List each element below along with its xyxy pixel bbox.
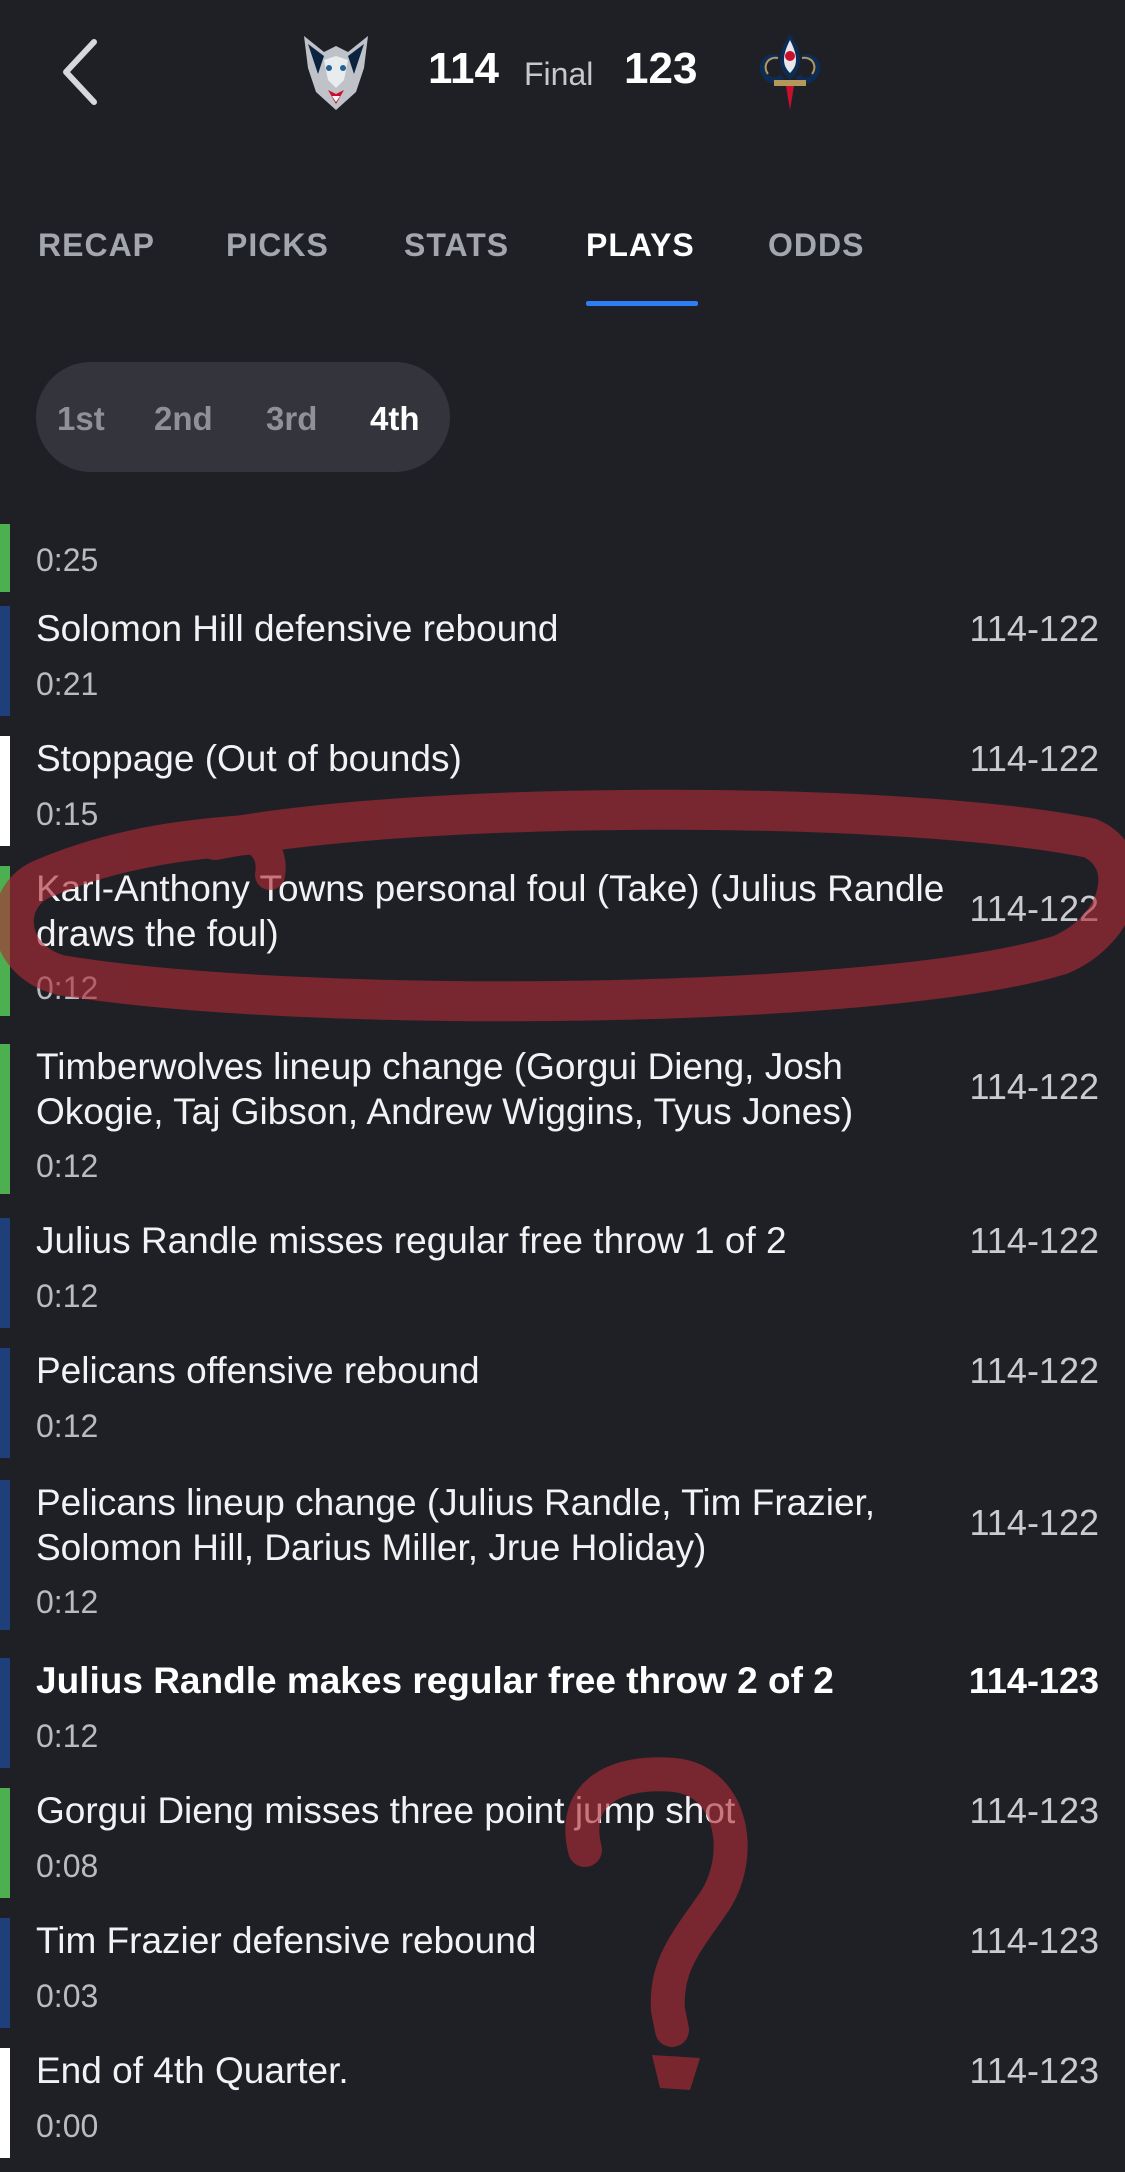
play-description: Karl-Anthony Towns personal foul (Take) … xyxy=(36,868,945,954)
play-description: Stoppage (Out of bounds) xyxy=(36,738,462,779)
home-score: 123 xyxy=(624,44,698,93)
play-row[interactable]: 0:25 xyxy=(0,512,1125,592)
play-time: 0:21 xyxy=(36,666,99,702)
team-indicator xyxy=(0,1348,10,1458)
tab-odds[interactable]: ODDS xyxy=(768,227,864,264)
play-description: Solomon Hill defensive rebound xyxy=(36,608,559,649)
play-description: Julius Randle makes regular free throw 2… xyxy=(36,1660,834,1701)
team-indicator xyxy=(0,1918,10,2028)
period-2nd[interactable]: 2nd xyxy=(154,400,213,438)
play-description: End of 4th Quarter. xyxy=(36,2050,349,2091)
play-time: 0:12 xyxy=(36,1278,99,1314)
play-time: 0:12 xyxy=(36,1408,99,1444)
play-row[interactable]: Solomon Hill defensive rebound 0:21 114-… xyxy=(0,606,1125,716)
play-description: Gorgui Dieng misses three point jump sho… xyxy=(36,1790,736,1831)
tab-picks[interactable]: PICKS xyxy=(226,227,329,264)
play-time: 0:08 xyxy=(36,1848,99,1884)
chevron-left-icon xyxy=(63,39,97,105)
team-indicator xyxy=(0,1218,10,1328)
play-description xyxy=(36,502,956,520)
play-row[interactable]: Karl-Anthony Towns personal foul (Take) … xyxy=(0,866,1125,1016)
play-score: 114-122 xyxy=(969,888,1099,929)
team-indicator xyxy=(0,524,10,592)
play-row[interactable]: Julius Randle misses regular free throw … xyxy=(0,1218,1125,1328)
team-indicator xyxy=(0,1480,10,1630)
tab-recap[interactable]: RECAP xyxy=(38,227,155,264)
play-time: 0:03 xyxy=(36,1978,99,2014)
period-1st[interactable]: 1st xyxy=(57,400,105,438)
play-score: 114-122 xyxy=(969,1066,1099,1107)
team-indicator xyxy=(0,1044,10,1194)
play-score: 114-122 xyxy=(969,1502,1099,1543)
play-score: 114-123 xyxy=(968,1660,1099,1701)
period-4th[interactable]: 4th xyxy=(370,400,420,438)
play-description: Timberwolves lineup change (Gorgui Dieng… xyxy=(36,1046,854,1132)
play-row[interactable]: Timberwolves lineup change (Gorgui Dieng… xyxy=(0,1044,1125,1194)
period-selector: 1st 2nd 3rd 4th xyxy=(36,362,450,472)
play-time: 0:25 xyxy=(36,542,99,578)
play-description: Julius Randle misses regular free throw … xyxy=(36,1220,787,1261)
play-score: 114-123 xyxy=(969,1790,1099,1831)
play-score: 114-122 xyxy=(969,1220,1099,1261)
active-tab-indicator xyxy=(586,301,698,306)
play-row[interactable]: Pelicans offensive rebound 0:12 114-122 xyxy=(0,1348,1125,1458)
timberwolves-logo xyxy=(294,30,378,114)
pelicans-logo xyxy=(748,30,832,114)
play-time: 0:12 xyxy=(36,970,99,1006)
team-indicator xyxy=(0,606,10,716)
team-indicator xyxy=(0,2048,10,2158)
game-status: Final xyxy=(524,56,594,92)
team-indicator xyxy=(0,866,10,1016)
play-description: Pelicans lineup change (Julius Randle, T… xyxy=(36,1482,876,1568)
period-3rd[interactable]: 3rd xyxy=(266,400,317,438)
tab-plays[interactable]: PLAYS xyxy=(586,227,695,264)
play-score: 114-122 xyxy=(969,1350,1099,1391)
team-indicator xyxy=(0,1788,10,1898)
tab-bar: RECAP PICKS STATS PLAYS ODDS xyxy=(0,215,1125,306)
away-score: 114 xyxy=(428,44,499,93)
play-score: 114-122 xyxy=(969,608,1099,649)
play-time: 0:12 xyxy=(36,1584,99,1620)
play-row[interactable]: Pelicans lineup change (Julius Randle, T… xyxy=(0,1480,1125,1630)
play-time: 0:00 xyxy=(36,2108,99,2144)
play-description: Tim Frazier defensive rebound xyxy=(36,1920,537,1961)
play-time: 0:15 xyxy=(36,796,99,832)
play-description: Pelicans offensive rebound xyxy=(36,1350,480,1391)
play-row[interactable]: Tim Frazier defensive rebound 0:03 114-1… xyxy=(0,1918,1125,2028)
tab-stats[interactable]: STATS xyxy=(404,227,509,264)
back-button[interactable] xyxy=(56,36,106,108)
team-indicator xyxy=(0,1658,10,1768)
team-indicator xyxy=(0,736,10,846)
play-score: 114-123 xyxy=(969,2050,1099,2091)
play-row[interactable]: Julius Randle makes regular free throw 2… xyxy=(0,1658,1125,1768)
game-header: 114 Final 123 xyxy=(0,0,1125,150)
play-score: 114-122 xyxy=(969,738,1099,779)
play-time: 0:12 xyxy=(36,1148,99,1184)
play-row[interactable]: Stoppage (Out of bounds) 0:15 114-122 xyxy=(0,736,1125,846)
play-row[interactable]: End of 4th Quarter. 0:00 114-123 xyxy=(0,2048,1125,2158)
play-time: 0:12 xyxy=(36,1718,99,1754)
play-row[interactable]: Gorgui Dieng misses three point jump sho… xyxy=(0,1788,1125,1898)
play-score: 114-123 xyxy=(969,1920,1099,1961)
